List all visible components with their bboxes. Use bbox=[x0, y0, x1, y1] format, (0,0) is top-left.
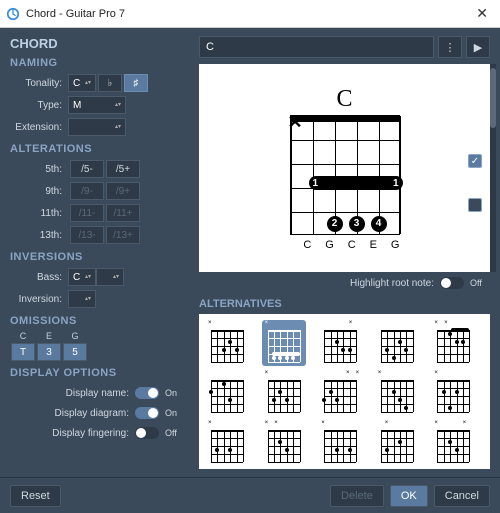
alternative-item[interactable]: × bbox=[262, 320, 306, 366]
alternative-item[interactable]: × bbox=[375, 420, 419, 466]
reset-button[interactable]: Reset bbox=[10, 485, 61, 507]
alternative-item[interactable] bbox=[375, 320, 419, 366]
display-fingering-toggle[interactable] bbox=[135, 427, 159, 439]
alternative-item[interactable] bbox=[205, 370, 249, 416]
omit-head-e: E bbox=[46, 331, 52, 343]
diagram-check-1[interactable]: ✓ bbox=[468, 154, 482, 168]
display-fingering-state: Off bbox=[165, 428, 185, 438]
alt-11plus-button[interactable]: /11+ bbox=[106, 204, 140, 222]
alt-11minus-button[interactable]: /11- bbox=[70, 204, 104, 222]
stepper-icon: ▴▾ bbox=[113, 274, 119, 280]
extension-label: Extension: bbox=[10, 122, 68, 133]
chord-notes: CGCEG bbox=[290, 239, 400, 251]
alt-5plus-button[interactable]: /5+ bbox=[106, 160, 140, 178]
bass-select[interactable]: C▴▾ bbox=[68, 268, 96, 286]
alternative-item[interactable]: ×× bbox=[431, 320, 475, 366]
play-icon[interactable]: ▶ bbox=[466, 36, 490, 58]
omit-head-g: G bbox=[71, 331, 78, 343]
tonality-select[interactable]: C▴▾ bbox=[68, 74, 96, 92]
cancel-button[interactable]: Cancel bbox=[434, 485, 490, 507]
diagram-check-2[interactable] bbox=[468, 198, 482, 212]
display-diagram-label: Display diagram: bbox=[55, 408, 129, 419]
stepper-icon: ▴▾ bbox=[115, 102, 121, 108]
stepper-icon: ▴▾ bbox=[85, 296, 91, 302]
type-select[interactable]: M▴▾ bbox=[68, 96, 126, 114]
left-panel: CHORD NAMING Tonality: C▴▾ ♭ ♯ Type: M▴▾… bbox=[0, 28, 195, 477]
more-icon[interactable]: ⋮ bbox=[438, 36, 462, 58]
window-title: Chord - Guitar Pro 7 bbox=[26, 8, 470, 20]
alt-13th-label: 13th: bbox=[10, 230, 68, 241]
chord-header: CHORD bbox=[10, 36, 185, 51]
display-diagram-state: On bbox=[165, 408, 185, 418]
alternative-item[interactable]: × bbox=[431, 370, 475, 416]
flat-button[interactable]: ♭ bbox=[98, 74, 122, 92]
alternative-item[interactable]: × bbox=[375, 370, 419, 416]
alternatives-header: ALTERNATIVES bbox=[199, 298, 490, 310]
type-label: Type: bbox=[10, 100, 68, 111]
inversion-select[interactable]: ▴▾ bbox=[68, 290, 96, 308]
display-name-state: On bbox=[165, 388, 185, 398]
alt-5th-label: 5th: bbox=[10, 164, 68, 175]
alternative-item[interactable]: ×× bbox=[431, 420, 475, 466]
chord-diagram-title: C bbox=[290, 86, 400, 113]
bass-label: Bass: bbox=[10, 272, 68, 283]
alternative-item[interactable]: ×× bbox=[262, 420, 306, 466]
alt-9minus-button[interactable]: /9- bbox=[70, 182, 104, 200]
highlight-label: Highlight root note: bbox=[350, 278, 434, 289]
close-icon[interactable]: ✕ bbox=[470, 5, 494, 22]
alt-13minus-button[interactable]: /13- bbox=[70, 226, 104, 244]
right-panel: ⋮ ▶ ✓ C ✕ 1 1 2 3 4 bbox=[195, 28, 500, 477]
alt-13plus-button[interactable]: /13+ bbox=[106, 226, 140, 244]
alternative-item[interactable]: × bbox=[205, 420, 249, 466]
alt-9plus-button[interactable]: /9+ bbox=[106, 182, 140, 200]
omit-3-button[interactable]: 3 bbox=[37, 343, 61, 361]
display-name-toggle[interactable] bbox=[135, 387, 159, 399]
footer: Reset Delete OK Cancel bbox=[0, 477, 500, 513]
alternatives-grid[interactable]: ××××××××××××××××× bbox=[199, 314, 490, 469]
display-fingering-label: Display fingering: bbox=[52, 428, 129, 439]
alterations-header: ALTERATIONS bbox=[10, 143, 185, 155]
bass-alt-select[interactable]: ▴▾ bbox=[96, 268, 124, 286]
display-header: DISPLAY OPTIONS bbox=[10, 367, 185, 379]
chord-diagram-area: ✓ C ✕ 1 1 2 3 4 CGCEG bbox=[199, 64, 490, 272]
app-icon bbox=[6, 7, 20, 21]
alternative-item[interactable]: ×× bbox=[318, 370, 362, 416]
omissions-header: OMISSIONS bbox=[10, 315, 185, 327]
naming-header: NAMING bbox=[10, 57, 185, 69]
alternative-item[interactable]: × bbox=[262, 370, 306, 416]
omissions-row: CT E3 G5 bbox=[10, 331, 185, 361]
alt-9th-label: 9th: bbox=[10, 186, 68, 197]
stepper-icon: ▴▾ bbox=[85, 274, 91, 280]
highlight-state: Off bbox=[470, 278, 490, 288]
inversions-header: INVERSIONS bbox=[10, 251, 185, 263]
inversion-label: Inversion: bbox=[10, 294, 68, 305]
alt-5minus-button[interactable]: /5- bbox=[70, 160, 104, 178]
stepper-icon: ▴▾ bbox=[115, 124, 121, 130]
titlebar: Chord - Guitar Pro 7 ✕ bbox=[0, 0, 500, 28]
tonality-label: Tonality: bbox=[10, 78, 68, 89]
chord-diagram[interactable]: C ✕ 1 1 2 3 4 CGCEG bbox=[290, 86, 400, 251]
alternative-item[interactable]: × bbox=[318, 320, 362, 366]
ok-button[interactable]: OK bbox=[390, 485, 428, 507]
diagram-scrollbar[interactable] bbox=[490, 64, 496, 272]
sharp-button[interactable]: ♯ bbox=[124, 74, 148, 92]
delete-button[interactable]: Delete bbox=[330, 485, 384, 507]
omit-head-c: C bbox=[20, 331, 27, 343]
extension-select[interactable]: ▴▾ bbox=[68, 118, 126, 136]
alt-11th-label: 11th: bbox=[10, 208, 68, 219]
chord-name-input[interactable] bbox=[199, 36, 434, 58]
stepper-icon: ▴▾ bbox=[85, 80, 91, 86]
omit-5-button[interactable]: 5 bbox=[63, 343, 87, 361]
highlight-toggle[interactable] bbox=[440, 277, 464, 289]
display-name-label: Display name: bbox=[66, 388, 129, 399]
alternative-item[interactable]: × bbox=[318, 420, 362, 466]
alternative-item[interactable]: × bbox=[205, 320, 249, 366]
omit-t-button[interactable]: T bbox=[11, 343, 35, 361]
display-diagram-toggle[interactable] bbox=[135, 407, 159, 419]
